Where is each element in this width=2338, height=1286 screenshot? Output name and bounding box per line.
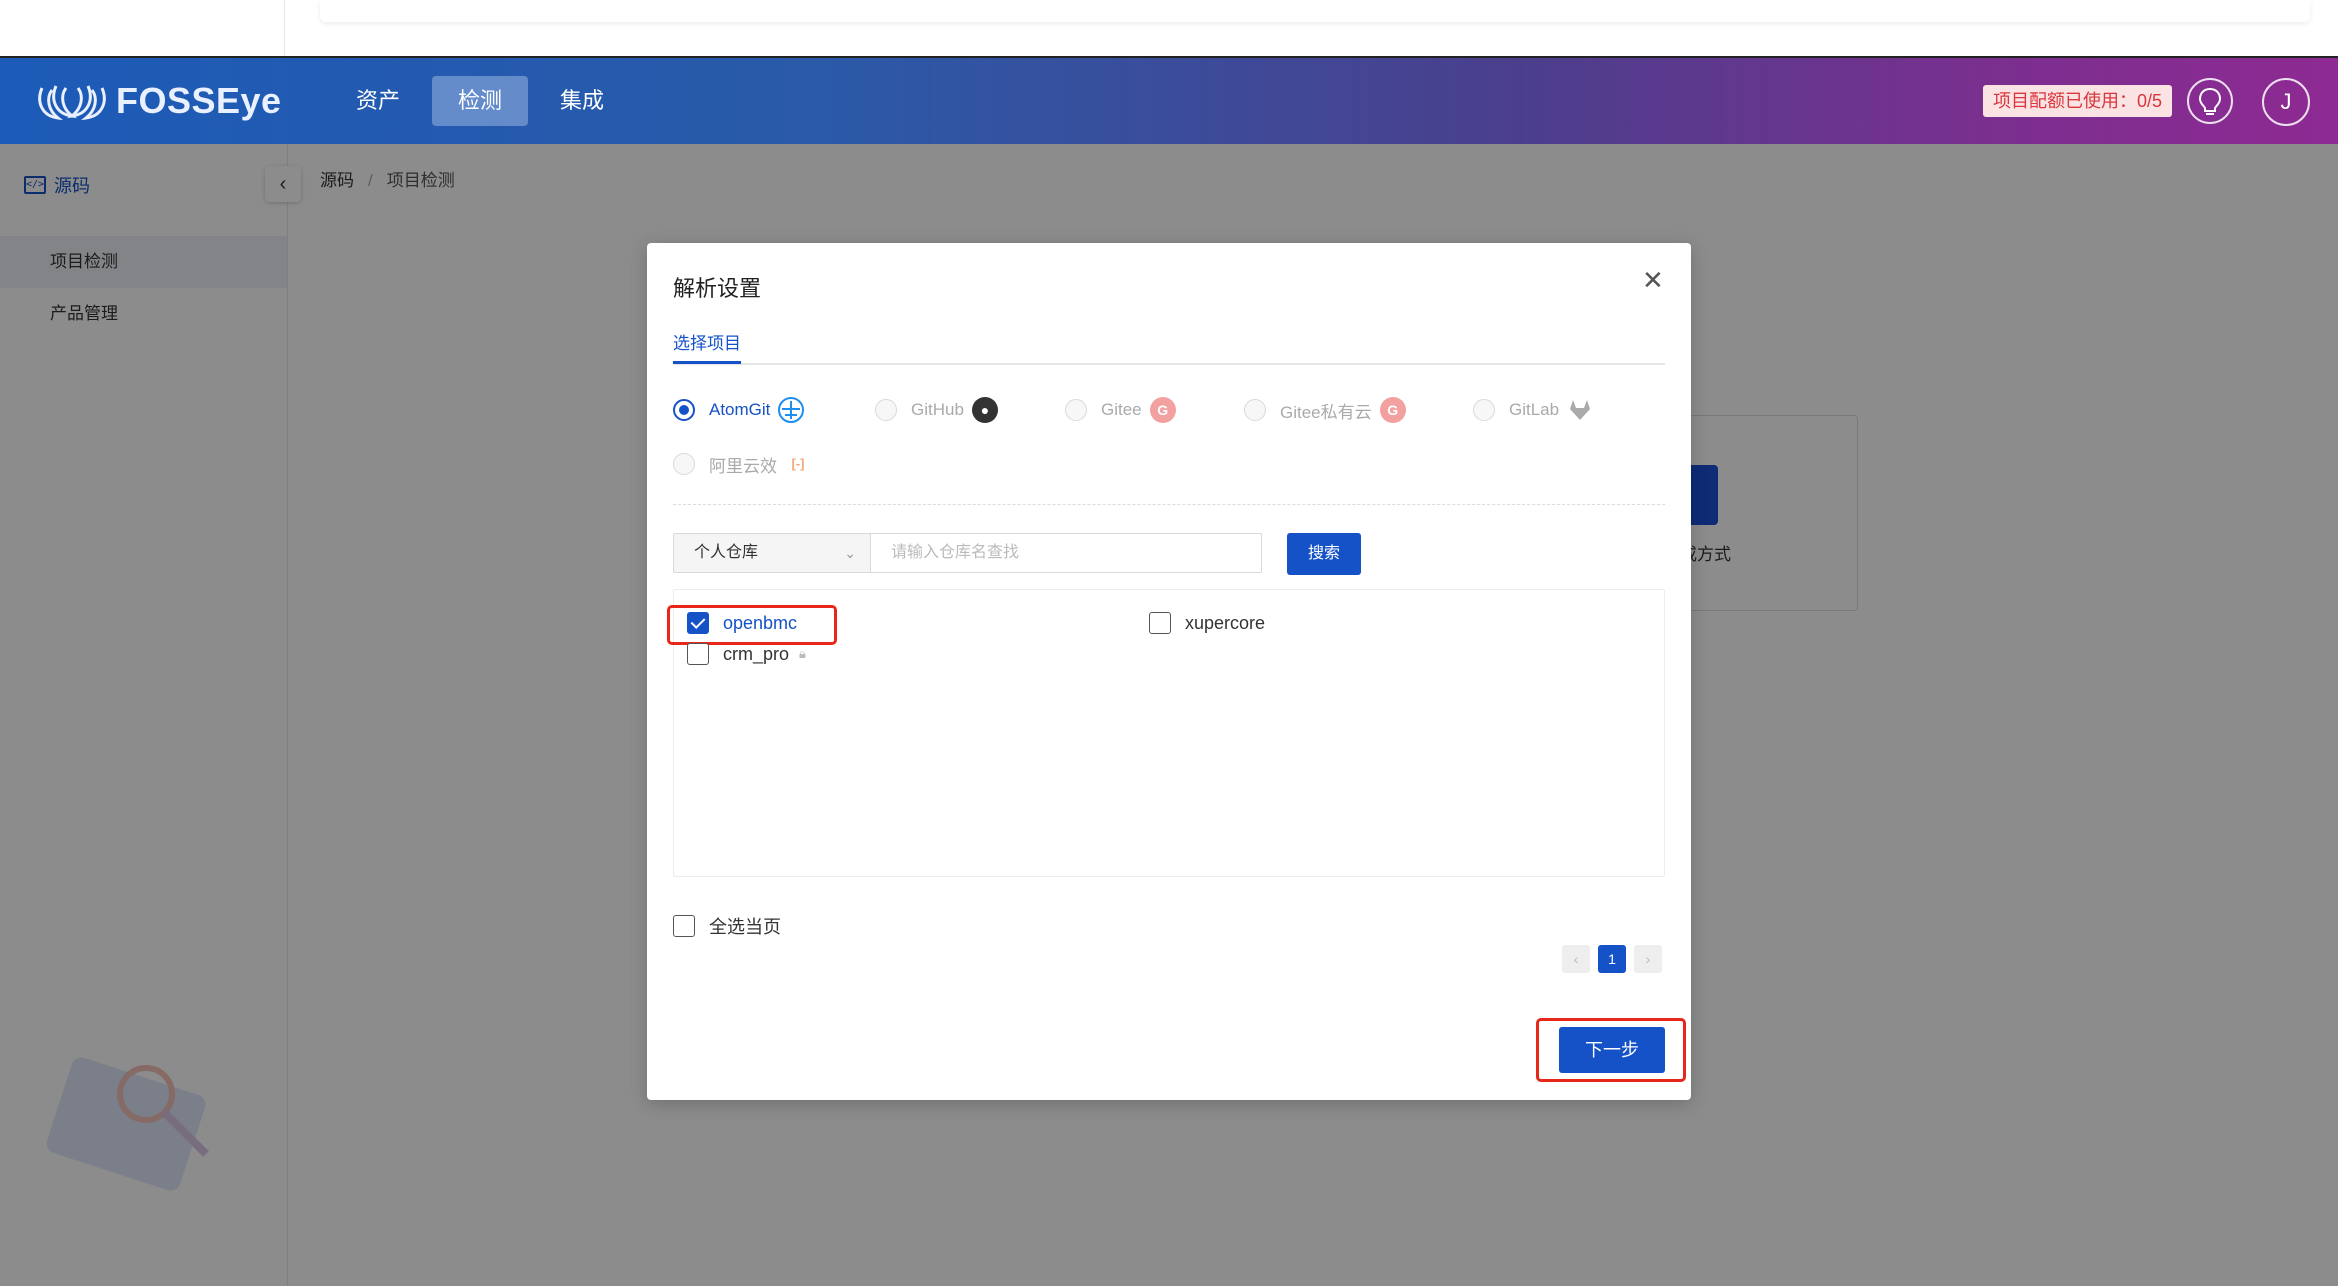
tab-select-project[interactable]: 选择项目 xyxy=(673,329,741,354)
repo-item-xupercore[interactable]: xupercore xyxy=(1149,612,1265,634)
next-page-button[interactable]: › xyxy=(1634,945,1662,973)
gitlab-icon xyxy=(1567,397,1593,423)
top-header: FOSSEye 资产 检测 集成 项目配额已使用：0/5 J xyxy=(0,58,2338,144)
provider-label: GitHub xyxy=(911,400,964,419)
select-all-label: 全选当页 xyxy=(709,917,781,937)
provider-label: Gitee xyxy=(1101,400,1142,419)
provider-label: GitLab xyxy=(1509,400,1560,419)
lock-icon: 🔒︎ xyxy=(799,646,806,661)
previous-window-strip xyxy=(0,0,2338,59)
repo-name: crm_pro xyxy=(723,643,790,664)
strip-divider xyxy=(284,0,285,56)
radio-button[interactable] xyxy=(1473,399,1495,421)
select-all-current-page[interactable]: 全选当页 xyxy=(673,913,781,939)
aliyun-icon: [-] xyxy=(791,456,805,471)
main-nav: 资产 检测 集成 xyxy=(330,76,636,126)
repo-type-select[interactable]: 个人仓库 ⌄ xyxy=(673,533,871,573)
provider-aliyun[interactable]: 阿里云效 [-] xyxy=(673,451,811,477)
provider-label: AtomGit xyxy=(709,400,771,419)
page-number[interactable]: 1 xyxy=(1598,945,1626,973)
chevron-down-icon: ⌄ xyxy=(844,545,856,561)
highlight-openbmc xyxy=(667,605,837,645)
strip-card xyxy=(320,0,2310,22)
pagination: ‹ 1 › xyxy=(1554,945,1662,973)
brand-logo[interactable]: FOSSEye xyxy=(34,78,282,124)
search-button[interactable]: 搜索 xyxy=(1287,533,1361,575)
provider-label: Gitee私有云 xyxy=(1280,402,1372,422)
gitee-icon: G xyxy=(1149,397,1176,423)
provider-gitee[interactable]: Gitee G xyxy=(1065,397,1176,423)
checkbox[interactable] xyxy=(1149,612,1171,634)
checkbox[interactable] xyxy=(673,915,695,937)
radio-button[interactable] xyxy=(673,399,695,421)
nav-detection[interactable]: 检测 xyxy=(432,76,529,126)
repo-item-crm-pro[interactable]: crm_pro 🔒︎ xyxy=(687,643,806,665)
close-icon[interactable]: ✕ xyxy=(1642,265,1664,296)
modal-title: 解析设置 xyxy=(673,276,762,301)
nav-assets[interactable]: 资产 xyxy=(330,76,426,126)
tab-bar xyxy=(673,363,1665,365)
prev-page-button[interactable]: ‹ xyxy=(1562,945,1590,973)
quota-badge: 项目配额已使用：0/5 xyxy=(1983,85,2173,117)
repo-search-input[interactable]: 请输入仓库名查找 xyxy=(870,533,1262,573)
tab-active-indicator xyxy=(673,361,741,364)
user-avatar[interactable]: J xyxy=(2262,78,2310,126)
gitee-icon: G xyxy=(1379,397,1406,423)
logo-icon xyxy=(38,85,106,121)
lightbulb-icon xyxy=(2198,87,2222,115)
lightbulb-button[interactable] xyxy=(2187,78,2233,124)
highlight-next-step xyxy=(1536,1018,1686,1082)
repo-name: xupercore xyxy=(1185,612,1266,633)
section-divider xyxy=(673,504,1665,505)
github-icon: ● xyxy=(971,397,998,423)
radio-button[interactable] xyxy=(673,453,695,475)
provider-github[interactable]: GitHub ● xyxy=(875,397,998,423)
provider-atomgit[interactable]: AtomGit xyxy=(673,397,805,423)
brand-name: FOSSEye xyxy=(116,80,282,121)
radio-button[interactable] xyxy=(1244,399,1266,421)
checkbox[interactable] xyxy=(687,643,709,665)
provider-label: 阿里云效 xyxy=(709,456,777,476)
parse-settings-modal: 解析设置 ✕ 选择项目 AtomGit GitHub ● Gitee G Git… xyxy=(647,243,1691,1100)
radio-button[interactable] xyxy=(1065,399,1087,421)
nav-integration[interactable]: 集成 xyxy=(534,76,630,126)
provider-gitlab[interactable]: GitLab xyxy=(1473,397,1593,423)
radio-button[interactable] xyxy=(875,399,897,421)
atomgit-icon xyxy=(778,397,805,423)
repo-type-value: 个人仓库 xyxy=(694,544,759,561)
provider-gitee-private[interactable]: Gitee私有云 G xyxy=(1244,397,1406,423)
